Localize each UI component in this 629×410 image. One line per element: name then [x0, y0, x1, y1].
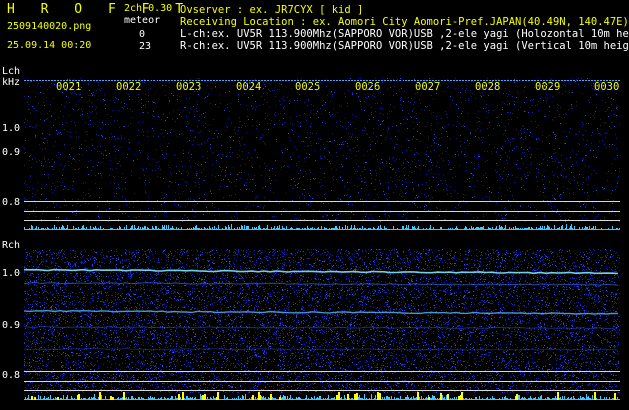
- meteor-label: meteor: [124, 15, 161, 26]
- lch-info-line: L-ch:ex. UV5R 113.900Mhz(SAPPORO VOR)USB…: [180, 28, 629, 40]
- lch-spectrogram-canvas: [24, 78, 620, 230]
- signal-trace: [24, 281, 619, 286]
- lch-tick-0-9: 0.9: [2, 147, 21, 158]
- filename-label: 2509140020.png: [7, 21, 92, 32]
- lch-label: Lch: [2, 66, 21, 77]
- signal-trace: [24, 325, 619, 330]
- rch-guide-line: [24, 381, 620, 382]
- version-label: 2ch 0.30: [124, 3, 173, 14]
- signal-trace: [24, 347, 618, 351]
- lch-guide-line: [24, 211, 620, 212]
- lch-tick-1-0: 1.0: [2, 123, 21, 134]
- khz-label: kHz: [2, 77, 21, 88]
- lch-guide-line: [24, 220, 620, 221]
- datetime-label: 25.09.14 00:20: [7, 40, 92, 51]
- rch-guide-line: [24, 390, 620, 391]
- meteor-count-r: 23: [139, 41, 152, 52]
- location-line: Receiving Location : ex. Aomori City Aom…: [180, 16, 629, 28]
- rch-tick-0-9: 0.9: [2, 320, 21, 331]
- level-bars: [24, 224, 620, 230]
- observer-line: Ovserver : ex. JR7CYX [ kid ]: [180, 4, 364, 16]
- rch-info-line: R-ch:ex. UV5R 113.900Mhz(SAPPORO VOR)USB…: [180, 40, 629, 52]
- rch-guide-line: [24, 371, 620, 372]
- rch-spectrogram-canvas: [24, 249, 620, 400]
- meteor-count-l: 0: [139, 29, 146, 40]
- lch-tick-0-8: 0.8: [2, 197, 21, 208]
- rch-tick-0-8: 0.8: [2, 370, 21, 381]
- lch-guide-line: [24, 201, 620, 202]
- rch-spectrogram: [24, 249, 620, 400]
- signal-trace: [24, 80, 620, 81]
- rch-label: Rch: [2, 240, 21, 251]
- rch-tick-1-0: 1.0: [2, 268, 21, 279]
- lch-spectrogram: [24, 78, 620, 230]
